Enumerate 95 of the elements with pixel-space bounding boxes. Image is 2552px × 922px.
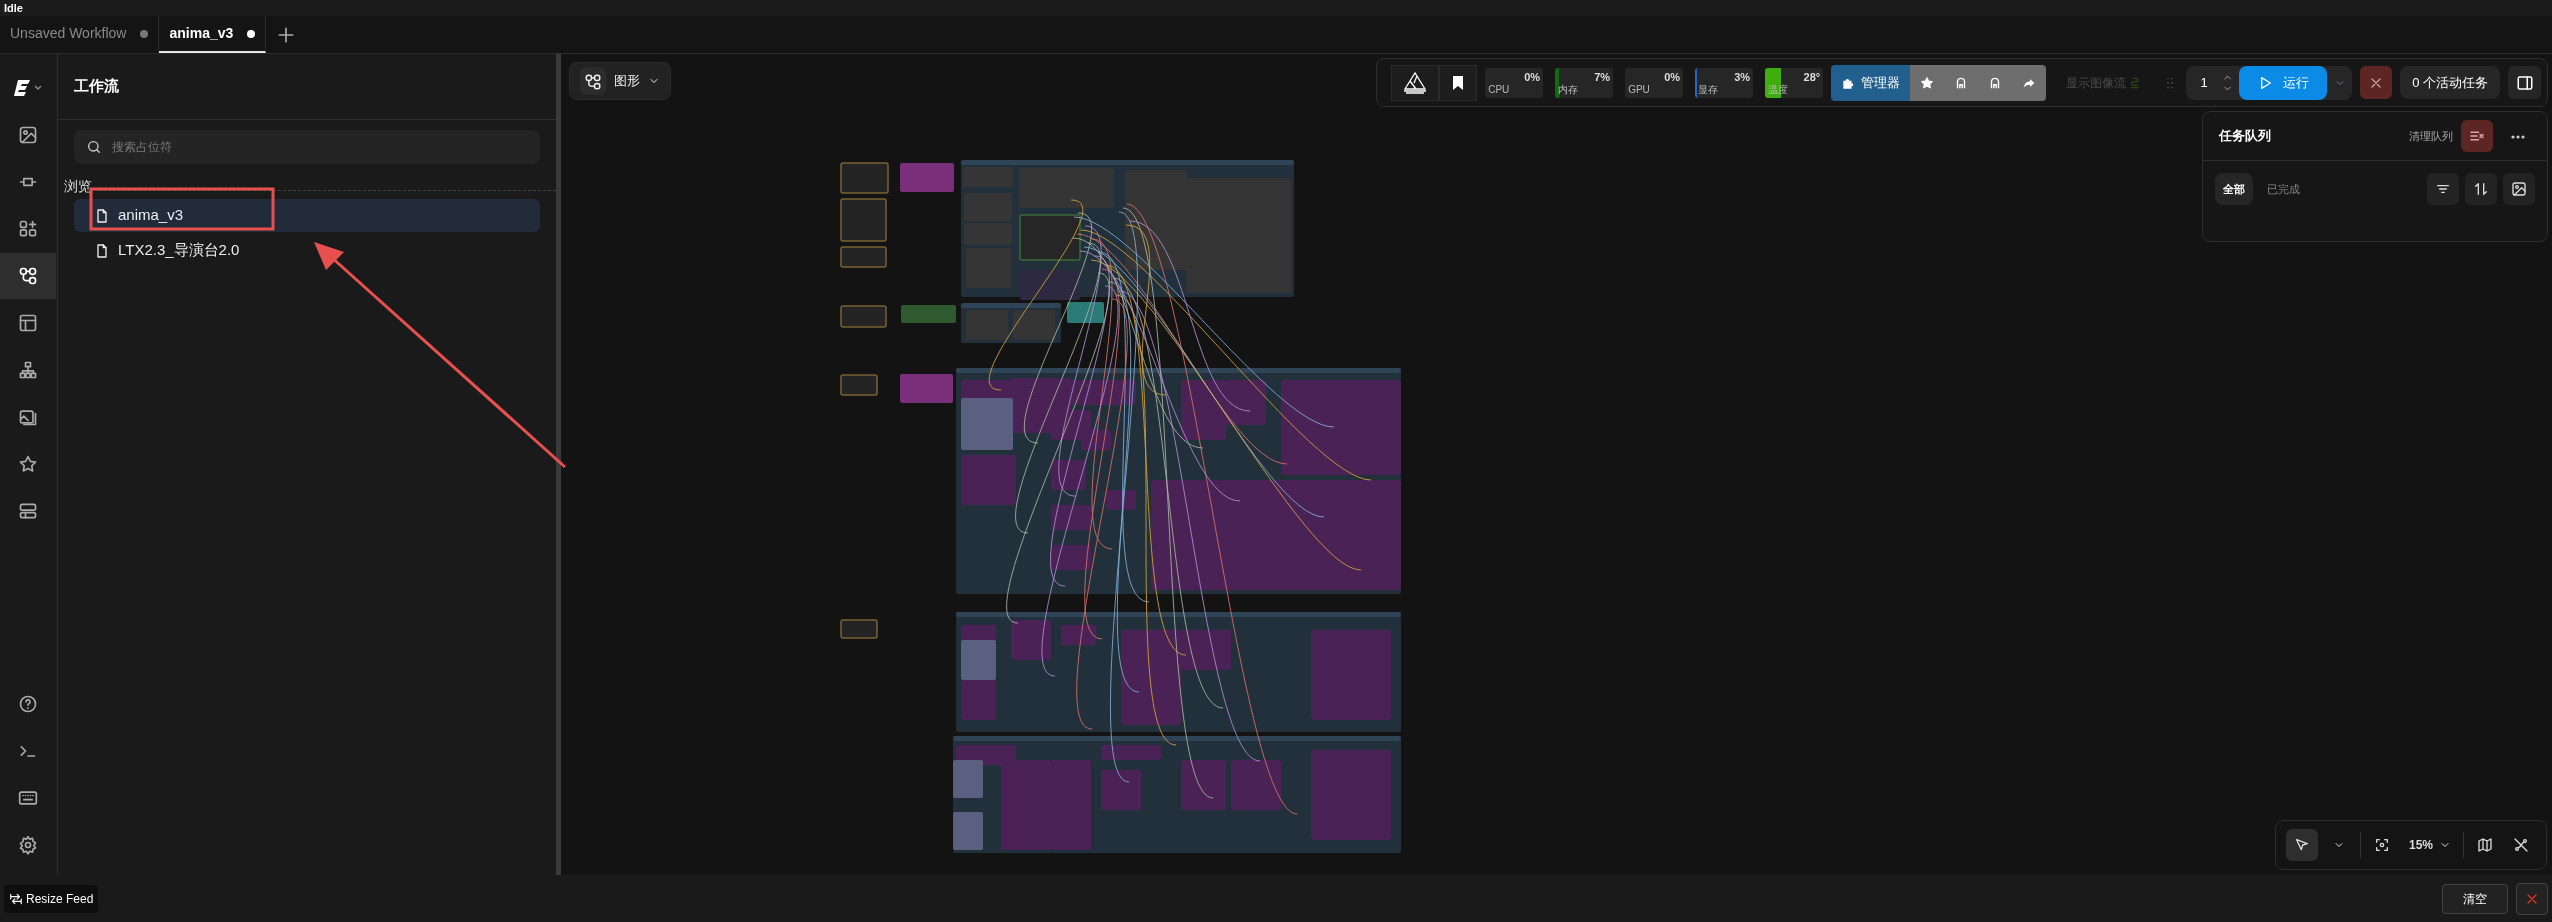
graph-node bbox=[1067, 302, 1104, 323]
graph-node bbox=[1181, 760, 1226, 810]
file-icon bbox=[94, 207, 110, 224]
monitor-value: 28° bbox=[1803, 69, 1821, 85]
workflow-item[interactable]: anima_v3 bbox=[74, 199, 540, 232]
images-icon bbox=[18, 125, 38, 145]
help-icon bbox=[18, 694, 38, 714]
file-icon bbox=[94, 242, 110, 259]
graph-node bbox=[900, 374, 953, 403]
monitor-value: 3% bbox=[1734, 69, 1751, 85]
zoom-button[interactable]: 15% bbox=[2402, 829, 2457, 861]
manager-button[interactable]: 管理器 bbox=[1831, 64, 1911, 101]
graph-node bbox=[840, 198, 887, 242]
graph-node bbox=[966, 310, 1008, 340]
monitor-value: 0% bbox=[1664, 69, 1681, 85]
active-tasks-button[interactable]: 0 个活动任务 bbox=[2400, 66, 2500, 99]
gallery-icon bbox=[18, 407, 38, 427]
graph-node bbox=[1019, 214, 1081, 261]
sparkle-apps-icon bbox=[18, 219, 38, 239]
graph-node bbox=[1231, 760, 1281, 810]
sidebar-panel-icon bbox=[2515, 73, 2534, 92]
run-button[interactable]: 运行 bbox=[2239, 65, 2328, 100]
clear-queue-button[interactable] bbox=[2461, 120, 2493, 152]
graph-node bbox=[901, 305, 956, 323]
pointer-icon bbox=[2293, 837, 2310, 853]
graph-node bbox=[840, 374, 878, 396]
more-icon bbox=[2511, 134, 2525, 139]
layout-icon bbox=[18, 501, 38, 521]
graph-node bbox=[840, 619, 878, 639]
star-icon bbox=[1920, 75, 1935, 90]
settings-icon bbox=[18, 835, 38, 855]
keyboard-icon bbox=[18, 788, 38, 808]
bookmark-button[interactable] bbox=[1439, 64, 1478, 101]
image-icon bbox=[2511, 181, 2527, 197]
cancel-button[interactable] bbox=[2360, 66, 2393, 99]
template-icon bbox=[18, 313, 38, 333]
image-preview-placeholder bbox=[953, 760, 983, 798]
graph-node bbox=[1101, 770, 1141, 810]
image-preview-placeholder bbox=[961, 398, 1013, 450]
graph-node bbox=[840, 162, 889, 194]
select-tool-button[interactable] bbox=[2285, 829, 2318, 861]
graph-node bbox=[1101, 745, 1161, 760]
graph-node bbox=[840, 305, 887, 328]
bookmark-icon bbox=[1452, 75, 1465, 90]
batch-count-field[interactable]: 1 bbox=[2186, 71, 2240, 94]
monitor-label: 内存 bbox=[1558, 82, 1579, 97]
logo-icon bbox=[13, 78, 43, 98]
panel-toggle-button[interactable] bbox=[2508, 66, 2541, 99]
app-logo-button[interactable] bbox=[1391, 64, 1440, 101]
graph-node bbox=[900, 163, 954, 192]
resize-arrows-icon bbox=[9, 891, 23, 906]
link-off-icon bbox=[2513, 837, 2529, 853]
graph-node bbox=[961, 680, 996, 720]
monitor-label: CPU bbox=[1488, 82, 1510, 97]
unsaved-dot bbox=[247, 29, 256, 38]
map-icon bbox=[2477, 837, 2493, 853]
workflow-icon bbox=[584, 72, 602, 91]
favorite-button[interactable] bbox=[1910, 64, 1945, 101]
monitor-value: 0% bbox=[1524, 69, 1541, 85]
graph-node bbox=[1181, 380, 1226, 440]
workflow-tab[interactable]: anima_v3 bbox=[159, 16, 267, 53]
clear-button[interactable]: 清空 bbox=[2442, 883, 2508, 914]
image-preview-placeholder bbox=[961, 640, 996, 680]
sort-icon bbox=[2473, 181, 2489, 197]
fit-view-icon bbox=[2373, 837, 2390, 853]
hierarchy-icon bbox=[18, 360, 38, 380]
image-preview-placeholder bbox=[953, 812, 983, 850]
workflow-item[interactable]: LTX2.3_导演台2.0 bbox=[74, 234, 540, 267]
graph-node bbox=[1226, 380, 1266, 425]
graph-node bbox=[840, 246, 887, 268]
graph-node bbox=[1051, 505, 1091, 530]
sidebar-tab[interactable] bbox=[0, 253, 56, 299]
filter-button[interactable] bbox=[2427, 173, 2459, 205]
image-view-button[interactable] bbox=[2503, 173, 2535, 205]
unsaved-dot bbox=[140, 29, 149, 38]
search-field[interactable]: 搜索占位符 bbox=[74, 130, 540, 164]
view-mode-button[interactable]: 图形 bbox=[569, 62, 671, 100]
filter-tab[interactable]: 已完成 bbox=[2259, 173, 2308, 205]
monitor-label: GPU bbox=[1628, 82, 1650, 97]
graph-node bbox=[1051, 545, 1091, 570]
graph-node bbox=[1061, 625, 1096, 645]
workflow-icon bbox=[18, 266, 38, 286]
graph-node bbox=[1011, 620, 1051, 660]
toolbar-button[interactable] bbox=[2012, 64, 2047, 101]
filter-tab[interactable]: 全部 bbox=[2215, 173, 2253, 205]
sort-button[interactable] bbox=[2465, 173, 2497, 205]
monitor-label: 显存 bbox=[1698, 82, 1719, 97]
resize-feed-button[interactable]: Resize Feed bbox=[4, 884, 99, 913]
window-title: Idle bbox=[0, 0, 2552, 16]
panel-title: 任务队列 bbox=[2219, 127, 2272, 146]
monitor-value: 7% bbox=[1594, 69, 1611, 85]
star-icon bbox=[18, 454, 38, 474]
clear-queue-label: 清理队列 bbox=[2409, 128, 2453, 144]
graph-node bbox=[961, 455, 1016, 505]
graph-node bbox=[1013, 310, 1055, 340]
